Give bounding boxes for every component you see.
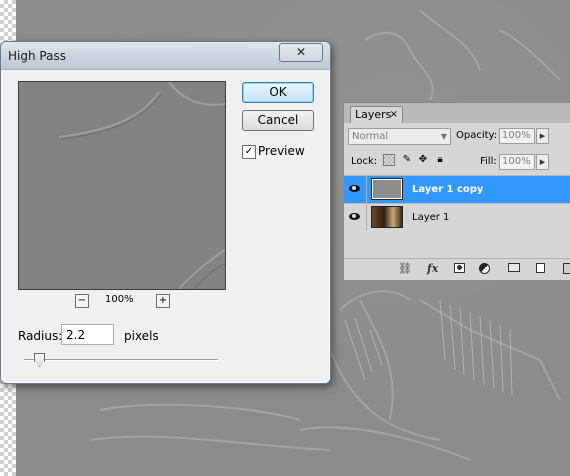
add-mask-icon[interactable]: [454, 263, 465, 273]
preview-image: [58, 82, 225, 289]
blend-mode-select[interactable]: Normal ▼: [348, 128, 451, 145]
opacity-input[interactable]: 100%: [499, 128, 535, 144]
new-group-folder-icon[interactable]: [508, 263, 520, 272]
trash-icon[interactable]: [563, 263, 570, 274]
zoom-in-button[interactable]: +: [156, 294, 170, 308]
high-pass-dialog: High Pass ✕ − 100% + OK Cancel ✓ Preview…: [0, 41, 331, 384]
lock-transparent-pixels-icon[interactable]: [383, 154, 395, 166]
radius-slider-thumb[interactable]: [34, 353, 45, 367]
layer-row[interactable]: Layer 1 copy: [344, 175, 570, 203]
link-layers-icon[interactable]: ⛓: [398, 263, 412, 275]
blend-mode-value: Normal: [352, 131, 389, 142]
lock-all-padlock-icon[interactable]: 🔒︎: [434, 154, 446, 166]
layers-panel: Layers × Normal ▼ Opacity: 100% ▶ Lock: …: [343, 102, 570, 280]
lock-position-move-icon[interactable]: ✥: [417, 154, 429, 166]
layer-row[interactable]: Layer 1: [344, 203, 570, 231]
cancel-button[interactable]: Cancel: [242, 110, 314, 131]
layer-visibility-toggle[interactable]: [344, 176, 367, 203]
filter-preview-pane[interactable]: [18, 81, 226, 290]
opacity-slider-arrow-icon[interactable]: ▶: [536, 128, 549, 144]
layer-thumbnail[interactable]: [371, 178, 403, 200]
layers-tab-bar: Layers ×: [344, 103, 570, 123]
layers-footer-toolbar: ⛓ fx: [344, 258, 570, 280]
radius-label: Radius:: [18, 329, 63, 343]
layer-thumbnail[interactable]: [371, 206, 403, 228]
chevron-down-icon: ▼: [440, 132, 447, 141]
eye-icon: [349, 185, 360, 192]
opacity-label: Opacity:: [456, 130, 498, 141]
tab-layers-label: Layers: [355, 108, 392, 121]
zoom-out-button[interactable]: −: [75, 294, 89, 308]
close-button[interactable]: ✕: [279, 43, 323, 62]
layer-visibility-toggle[interactable]: [344, 204, 367, 231]
layer-name[interactable]: Layer 1: [412, 212, 449, 223]
radius-slider-track[interactable]: [24, 359, 218, 361]
zoom-controls: − 100% +: [75, 294, 171, 310]
radius-unit-label: pixels: [124, 329, 159, 343]
new-layer-icon[interactable]: [536, 263, 545, 273]
fill-slider-arrow-icon[interactable]: ▶: [536, 154, 549, 170]
adjustment-layer-icon[interactable]: [479, 263, 490, 274]
tab-close-icon[interactable]: ×: [390, 107, 398, 123]
fill-input[interactable]: 100%: [499, 154, 535, 170]
preview-checkbox[interactable]: ✓: [242, 145, 256, 159]
zoom-level: 100%: [105, 294, 134, 305]
radius-input[interactable]: 2.2: [61, 324, 114, 345]
preview-label: Preview: [258, 144, 305, 158]
dialog-title: High Pass: [8, 49, 66, 63]
fx-icon[interactable]: fx: [427, 263, 438, 275]
lock-image-pixels-brush-icon[interactable]: ✎: [401, 154, 413, 166]
layer-name[interactable]: Layer 1 copy: [412, 184, 483, 195]
lock-label: Lock:: [351, 156, 378, 167]
ok-button[interactable]: OK: [242, 82, 314, 103]
dialog-titlebar[interactable]: High Pass ✕: [1, 42, 330, 70]
eye-icon: [349, 213, 360, 220]
tab-layers[interactable]: Layers ×: [350, 106, 403, 123]
fill-label: Fill:: [480, 156, 497, 167]
